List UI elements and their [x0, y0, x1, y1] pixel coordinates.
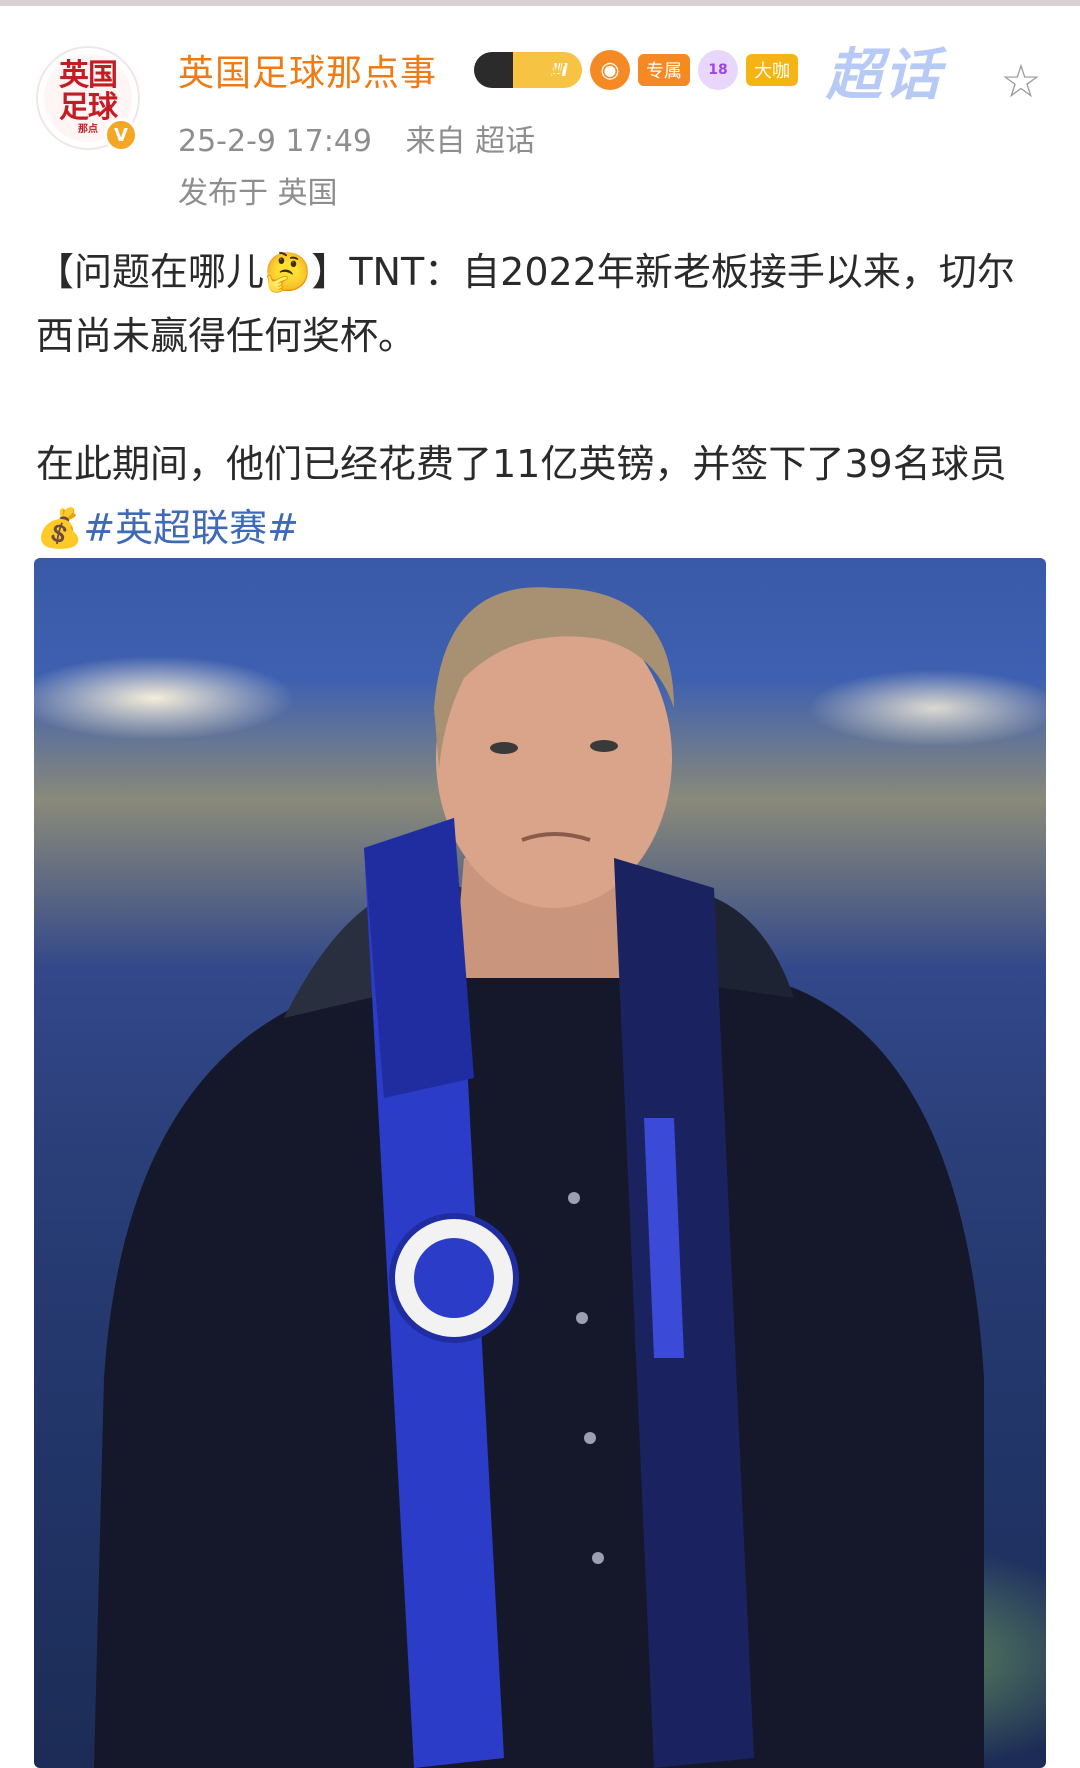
level-badge[interactable]: ♛ Ⅲ — [474, 52, 582, 88]
avatar-text-line2: 足球 — [59, 90, 118, 125]
crown-icon: ♛ — [546, 56, 568, 84]
fish-icon[interactable]: ◉ — [590, 50, 630, 90]
user-badges: ♛ Ⅲ ◉ 专属 18 大咖 — [474, 48, 798, 92]
post-header: 英国 足球 那点 V 英国足球那点事 ♛ Ⅲ ◉ 专属 18 大咖 超话 ☆ 2… — [0, 0, 1080, 211]
verified-mark: V — [114, 124, 128, 146]
post-location: 发布于 英国 — [178, 176, 338, 211]
gem-icon[interactable]: 18 — [698, 50, 738, 90]
post-image[interactable] — [34, 558, 1046, 1768]
username[interactable]: 英国足球那点事 — [178, 44, 437, 96]
exclusive-badge[interactable]: 专属 — [638, 54, 690, 86]
timestamp: 25-2-9 17:49 — [178, 124, 372, 159]
post-meta: 25-2-9 17:49 来自 超话 — [178, 116, 535, 160]
gem-level: 18 — [708, 62, 728, 78]
vip-badge[interactable]: 大咖 — [746, 54, 798, 86]
post-source[interactable]: 来自 超话 — [406, 124, 536, 159]
post-body: 【问题在哪儿🤔】TNT：自2022年新老板接手以来，切尔西尚未赢得任何奖杯。 在… — [36, 240, 1046, 560]
verified-icon: V — [104, 118, 138, 152]
star-icon[interactable]: ☆ — [996, 56, 1046, 106]
topic-link[interactable]: #英超联赛# — [83, 506, 299, 550]
avatar-text-line1: 英国 — [59, 58, 118, 93]
post-text-paragraph-1: 【问题在哪儿🤔】TNT：自2022年新老板接手以来，切尔西尚未赢得任何奖杯。 — [36, 250, 1015, 358]
person-illustration — [94, 587, 984, 1768]
post-text-paragraph-2: 在此期间，他们已经花费了11亿英镑，并签下了39名球员💰#英超联赛# — [36, 432, 1046, 560]
avatar-text-line3: 那点 — [78, 124, 98, 135]
chaohua-badge[interactable]: 超话 — [826, 30, 942, 111]
